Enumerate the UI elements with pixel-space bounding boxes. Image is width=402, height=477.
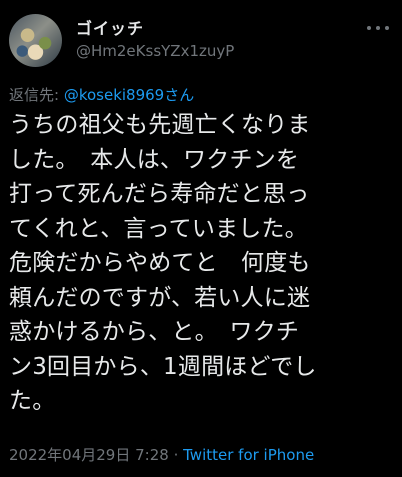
tweet-line: た。: [9, 388, 56, 414]
tweet-line: 頼んだのですが、若い人に迷: [9, 284, 311, 311]
tweet-line: ン3回目から、1週間ほどでし: [9, 353, 317, 380]
tweet-line: 危険だからやめてと 何度も: [9, 250, 311, 276]
more-dot: [376, 26, 380, 30]
tweet-line: てくれと、言っていました。: [9, 215, 308, 242]
tweet-text: うちの祖父も先週亡くなりま した。 本人は、ワクチンを 打って死んだら寿命だと思って…: [9, 108, 401, 419]
tweet-line: うちの祖父も先週亡くなりま: [9, 112, 311, 138]
tweet: ゴイッチ @Hm2eKssYZx1zuyP 返信先: @koseki8969さん…: [0, 0, 402, 477]
avatar[interactable]: [9, 14, 62, 67]
meta-separator: ·: [168, 446, 184, 464]
more-dot: [367, 26, 371, 30]
tweet-line: 惑かけるから、と。 ワクチ: [9, 319, 300, 345]
tweet-meta: 2022年04月29日 7:28 · Twitter for iPhone: [9, 444, 314, 465]
reply-mention-link[interactable]: @koseki8969さん: [64, 86, 194, 104]
tweet-line: した。 本人は、ワクチンを: [9, 146, 300, 173]
more-options-icon[interactable]: [367, 24, 389, 32]
timestamp-link[interactable]: 2022年04月29日 7:28: [9, 446, 169, 464]
reply-to-prefix: 返信先:: [9, 86, 64, 104]
more-dot: [385, 26, 389, 30]
reply-to: 返信先: @koseki8969さん: [9, 84, 194, 105]
author-display-name[interactable]: ゴイッチ: [76, 15, 144, 39]
source-link[interactable]: Twitter for iPhone: [183, 446, 314, 464]
author-handle[interactable]: @Hm2eKssYZx1zuyP: [76, 42, 234, 60]
tweet-line: 打って死んだら寿命だと思っ: [9, 181, 310, 207]
